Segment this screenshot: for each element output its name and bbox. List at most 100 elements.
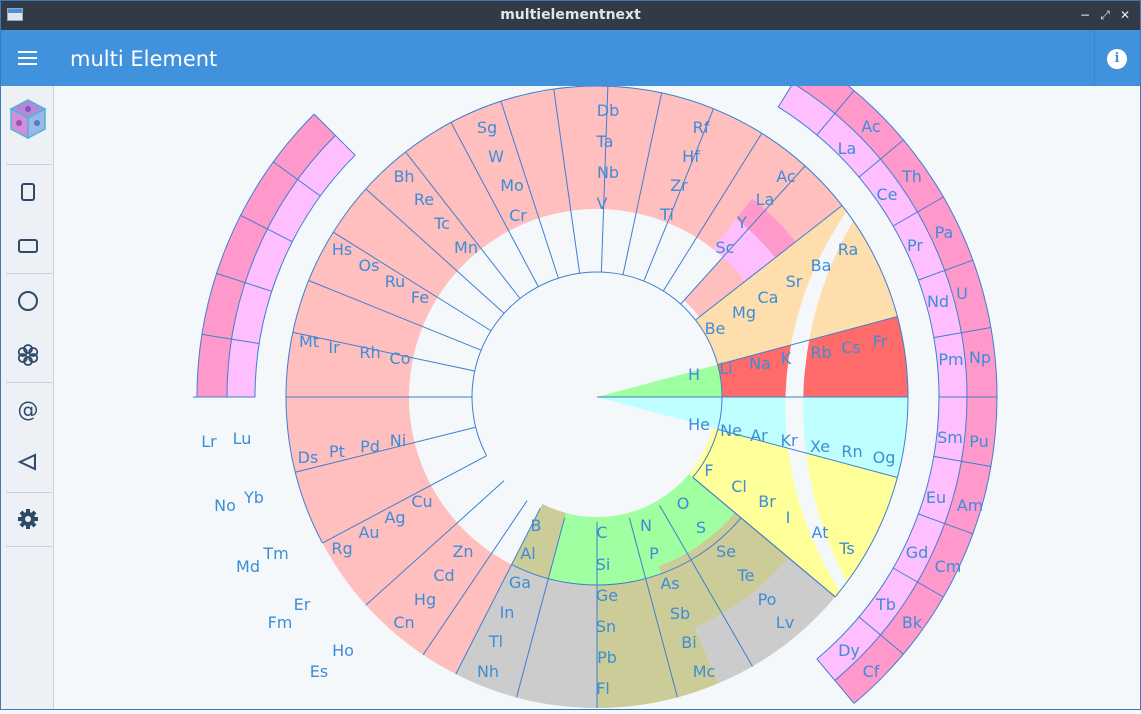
element-no[interactable]: No [214,496,236,515]
element-ga[interactable]: Ga [509,573,531,592]
element-sm[interactable]: Sm [937,428,963,447]
element-lr[interactable]: Lr [201,432,217,451]
element-er[interactable]: Er [294,595,311,614]
element-al[interactable]: Al [520,544,535,563]
element-dy[interactable]: Dy [838,641,860,660]
element-w[interactable]: W [488,147,504,166]
element-yb[interactable]: Yb [243,488,264,507]
element-bi[interactable]: Bi [681,633,696,652]
element-li[interactable]: Li [719,359,732,378]
element-cd[interactable]: Cd [433,566,454,585]
element-pa[interactable]: Pa [935,223,954,242]
element-s[interactable]: S [696,518,706,537]
element-b[interactable]: B [531,516,542,535]
element-am[interactable]: Am [957,496,984,515]
element-hf[interactable]: Hf [682,147,700,166]
element-sb[interactable]: Sb [670,604,690,623]
element-f[interactable]: F [704,461,713,480]
element-pr[interactable]: Pr [907,236,923,255]
element-tb[interactable]: Tb [875,595,896,614]
close-button[interactable]: ✕ [1117,7,1133,23]
app-logo-cube-icon[interactable] [0,94,53,148]
element-nb[interactable]: Nb [597,163,619,182]
element-in[interactable]: In [500,603,515,622]
element-rh[interactable]: Rh [359,343,380,362]
element-ta[interactable]: Ta [596,132,614,151]
element-la[interactable]: La [838,139,857,158]
element-au[interactable]: Au [358,523,379,542]
element-cn[interactable]: Cn [393,613,414,632]
element-at[interactable]: At [812,523,829,542]
element-k[interactable]: K [781,349,792,368]
element-u[interactable]: U [956,284,968,303]
element-o[interactable]: O [677,494,690,513]
element-lu[interactable]: Lu [233,429,252,448]
element-ti[interactable]: Ti [659,205,674,224]
element-pm[interactable]: Pm [938,350,963,369]
element-la[interactable]: La [756,190,775,209]
portrait-rect-icon[interactable] [0,165,53,219]
element-p[interactable]: P [649,544,659,563]
element-ra[interactable]: Ra [838,240,859,259]
element-og[interactable]: Og [873,448,896,467]
element-tl[interactable]: Tl [488,632,503,651]
element-cs[interactable]: Cs [841,338,861,357]
element-br[interactable]: Br [758,492,776,511]
element-se[interactable]: Se [716,542,736,561]
element-ca[interactable]: Ca [758,288,779,307]
element-sn[interactable]: Sn [596,617,616,636]
element-ts[interactable]: Ts [838,539,854,558]
element-mo[interactable]: Mo [500,176,524,195]
at-sign-icon[interactable]: @ [0,383,53,437]
hamburger-menu-icon[interactable] [18,48,38,68]
element-nh[interactable]: Nh [477,662,499,681]
element-nd[interactable]: Nd [927,292,949,311]
element-rg[interactable]: Rg [331,539,352,558]
element-n[interactable]: N [640,516,652,535]
element-tc[interactable]: Tc [433,214,450,233]
element-as[interactable]: As [660,574,679,593]
info-icon[interactable]: i [1107,49,1127,69]
element-ru[interactable]: Ru [385,272,406,291]
element-mt[interactable]: Mt [299,332,319,351]
element-os[interactable]: Os [359,256,380,275]
minimize-button[interactable]: − [1077,7,1093,23]
element-tm[interactable]: Tm [262,544,288,563]
element-ho[interactable]: Ho [332,641,354,660]
element-sc[interactable]: Sc [716,238,735,257]
element-v[interactable]: V [597,194,608,213]
element-lv[interactable]: Lv [776,613,794,632]
element-te[interactable]: Te [737,566,755,585]
element-fr[interactable]: Fr [873,332,888,351]
element-co[interactable]: Co [390,349,411,368]
element-mn[interactable]: Mn [454,238,478,257]
element-bh[interactable]: Bh [393,167,414,186]
element-th[interactable]: Th [901,167,922,186]
gear-icon[interactable] [0,491,53,545]
element-cr[interactable]: Cr [509,206,527,225]
circle-icon[interactable] [0,274,53,328]
element-rb[interactable]: Rb [810,343,831,362]
element-po[interactable]: Po [758,590,777,609]
element-pt[interactable]: Pt [329,442,345,461]
element-c[interactable]: C [596,523,607,542]
element-pb[interactable]: Pb [597,648,617,667]
element-re[interactable]: Re [414,190,434,209]
element-xe[interactable]: Xe [810,437,830,456]
element-y[interactable]: Y [736,213,747,232]
element-ne[interactable]: Ne [720,421,742,440]
element-rf[interactable]: Rf [693,118,710,137]
element-bk[interactable]: Bk [902,613,923,632]
element-ni[interactable]: Ni [390,431,406,450]
element-ag[interactable]: Ag [384,508,405,527]
element-cm[interactable]: Cm [935,557,962,576]
element-be[interactable]: Be [705,319,726,338]
element-mc[interactable]: Mc [693,662,716,681]
element-md[interactable]: Md [236,557,260,576]
element-ds[interactable]: Ds [298,448,319,467]
element-he[interactable]: He [688,415,710,434]
element-fl[interactable]: Fl [596,679,610,698]
element-sr[interactable]: Sr [786,272,803,291]
element-zr[interactable]: Zr [670,176,688,195]
element-ac[interactable]: Ac [861,117,880,136]
